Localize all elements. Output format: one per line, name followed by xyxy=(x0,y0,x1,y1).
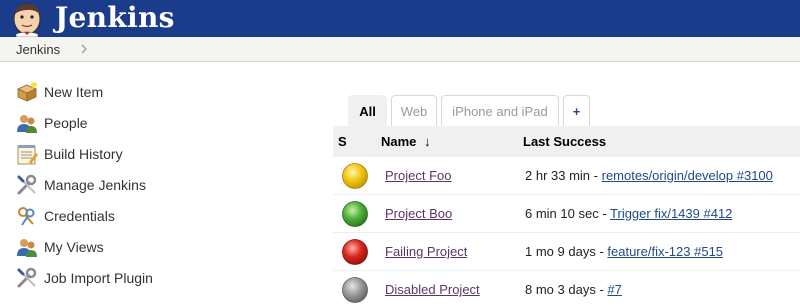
sidebar-item-manage-jenkins[interactable]: Manage Jenkins xyxy=(15,173,146,197)
last-success-time: 6 min 10 sec xyxy=(525,206,599,221)
last-success-cell: 6 min 10 sec - Trigger fix/1439 #412 xyxy=(525,206,732,221)
tab-iphone-and-ipad[interactable]: iPhone and iPad xyxy=(441,95,559,126)
separator: - xyxy=(595,244,608,259)
column-header-status[interactable]: S xyxy=(338,134,347,149)
sidebar-item-label: Job Import Plugin xyxy=(44,270,153,286)
wrench-screwdriver-icon xyxy=(17,267,37,288)
project-link[interactable]: Project Foo xyxy=(385,168,451,183)
sidebar-item-label: Build History xyxy=(44,146,123,162)
last-success-cell: 8 mo 3 days - #7 xyxy=(525,282,622,297)
people-icon xyxy=(17,239,37,257)
jenkins-butler-logo[interactable] xyxy=(7,0,51,37)
separator: - xyxy=(598,206,611,221)
project-link[interactable]: Project Boo xyxy=(385,206,452,221)
project-link[interactable]: Failing Project xyxy=(385,244,467,259)
project-link[interactable]: Disabled Project xyxy=(385,282,480,297)
separator: - xyxy=(595,282,608,297)
sidebar-item-my-views[interactable]: My Views xyxy=(15,235,104,259)
table-row: Project Boo 6 min 10 sec - Trigger fix/1… xyxy=(333,195,800,233)
table-row: Disabled Project 8 mo 3 days - #7 xyxy=(333,271,800,307)
table-row: Failing Project 1 mo 9 days - feature/fi… xyxy=(333,233,800,271)
build-link[interactable]: feature/fix-123 #515 xyxy=(607,244,723,259)
sidebar-item-label: Manage Jenkins xyxy=(44,177,146,193)
keys-icon xyxy=(18,207,35,226)
separator: - xyxy=(590,168,602,183)
wrench-screwdriver-icon xyxy=(17,174,37,195)
sort-arrow-icon[interactable]: ↓ xyxy=(424,134,431,149)
notepad-icon xyxy=(17,145,38,165)
column-header-name[interactable]: Name xyxy=(381,134,416,149)
sidebar-item-label: People xyxy=(44,115,88,131)
brand-title[interactable]: Jenkins xyxy=(55,1,175,35)
status-ball-icon xyxy=(342,277,368,303)
chevron-right-icon[interactable] xyxy=(80,43,88,55)
tab-web[interactable]: Web xyxy=(391,95,437,126)
add-view-tab[interactable]: + xyxy=(563,95,590,126)
tab-all[interactable]: All xyxy=(348,95,387,126)
sidebar-item-new-item[interactable]: New Item xyxy=(15,80,103,104)
sidebar-item-people[interactable]: People xyxy=(15,111,88,135)
build-link[interactable]: Trigger fix/1439 #412 xyxy=(610,206,732,221)
sidebar-item-label: Credentials xyxy=(44,208,115,224)
sidebar-item-label: My Views xyxy=(44,239,104,255)
header-bar: Jenkins xyxy=(0,0,800,37)
status-ball-icon xyxy=(342,201,368,227)
sidebar-item-job-import-plugin[interactable]: Job Import Plugin xyxy=(15,266,153,290)
last-success-time: 2 hr 33 min xyxy=(525,168,591,183)
table-header: S Name ↓ Last Success xyxy=(333,126,800,157)
status-ball-icon xyxy=(342,239,368,265)
table-row: Project Foo 2 hr 33 min - remotes/origin… xyxy=(333,157,800,195)
status-ball-icon xyxy=(342,163,368,189)
sidebar-item-credentials[interactable]: Credentials xyxy=(15,204,115,228)
last-success-time: 8 mo 3 days xyxy=(525,282,596,297)
last-success-cell: 2 hr 33 min - remotes/origin/develop #31… xyxy=(525,168,773,183)
last-success-time: 1 mo 9 days xyxy=(525,244,596,259)
last-success-cell: 1 mo 9 days - feature/fix-123 #515 xyxy=(525,244,723,259)
new-item-icon xyxy=(17,82,37,102)
sidebar-item-build-history[interactable]: Build History xyxy=(15,142,123,166)
column-header-last-success[interactable]: Last Success xyxy=(523,134,606,149)
breadcrumb-item-jenkins[interactable]: Jenkins xyxy=(16,42,60,57)
people-icon xyxy=(17,115,37,133)
build-link[interactable]: #7 xyxy=(607,282,621,297)
breadcrumb: Jenkins xyxy=(0,37,800,62)
build-link[interactable]: remotes/origin/develop #3100 xyxy=(602,168,773,183)
sidebar-item-label: New Item xyxy=(44,84,104,100)
